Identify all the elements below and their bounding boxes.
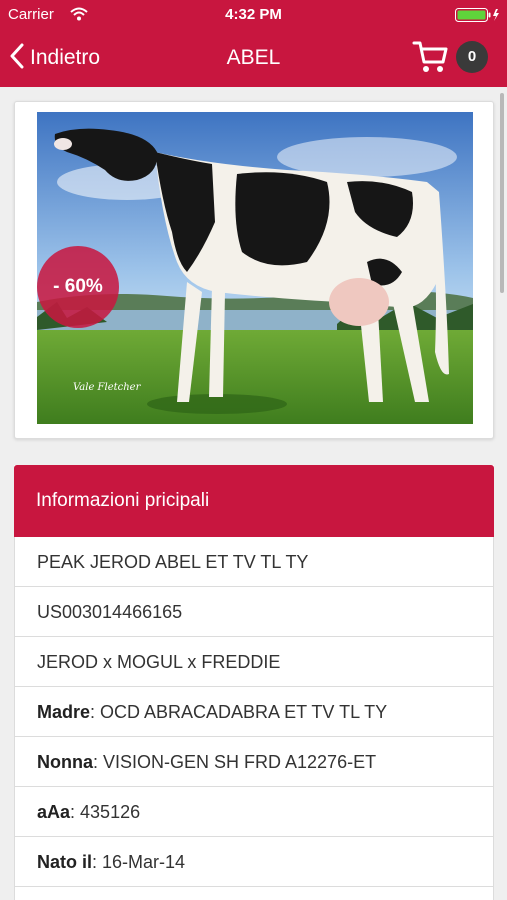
discount-badge: - 60% xyxy=(37,246,119,328)
cart-count-badge: 0 xyxy=(456,41,488,73)
info-row-id: US003014466165 xyxy=(14,587,494,637)
row-value: : OCD ABRACADABRA ET TV TL TY xyxy=(90,702,388,722)
info-row-aaa: aAa: 435126 xyxy=(14,787,494,837)
row-key: Nato il xyxy=(37,852,93,872)
battery-icon xyxy=(455,8,501,26)
row-key: Madre xyxy=(37,702,91,722)
row-value: PEAK JEROD ABEL ET TV TL TY xyxy=(37,552,309,572)
status-time: 4:32 PM xyxy=(225,6,282,23)
row-value: : 16-Mar-14 xyxy=(92,852,186,872)
info-row-birthdate: Nato il: 16-Mar-14 xyxy=(14,837,494,887)
photo-caption: Vale Fletcher xyxy=(73,382,142,393)
row-key: Nonna xyxy=(37,752,93,772)
info-row-madre: Madre: OCD ABRACADABRA ET TV TL TY xyxy=(14,687,494,737)
status-bar: Carrier 4:32 PM xyxy=(0,0,507,30)
row-value: JEROD x MOGUL x FREDDIE xyxy=(37,652,281,672)
info-row-nonna: Nonna: VISION-GEN SH FRD A12276-ET xyxy=(14,737,494,787)
product-image-card: Vale Fletcher - 60% xyxy=(14,101,494,439)
info-row-name: PEAK JEROD ABEL ET TV TL TY xyxy=(14,537,494,587)
row-value: : VISION-GEN SH FRD A12276-ET xyxy=(93,752,377,772)
info-section-header: Informazioni pricipali xyxy=(14,465,494,537)
nav-bar: Indietro ABEL 0 xyxy=(0,30,507,87)
row-value: US003014466165 xyxy=(37,602,183,622)
app-header: Carrier 4:32 PM Indietro ABEL 0 xyxy=(0,0,507,87)
info-card: Informazioni pricipali PEAK JEROD ABEL E… xyxy=(14,465,494,900)
info-row-partial xyxy=(14,887,494,900)
cart-button[interactable] xyxy=(412,40,448,79)
scroll-indicator[interactable] xyxy=(500,93,504,293)
shopping-cart-icon xyxy=(412,41,448,78)
row-key: aAa xyxy=(37,802,71,822)
row-value: : 435126 xyxy=(70,802,141,822)
info-row-pedigree: JEROD x MOGUL x FREDDIE xyxy=(14,637,494,687)
